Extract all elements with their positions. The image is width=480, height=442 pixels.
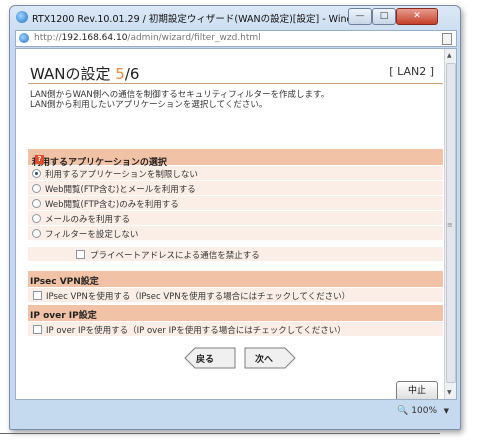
- ipsec-section-title: IPsec VPN設定: [30, 277, 99, 287]
- help-icon[interactable]: ?: [35, 155, 44, 164]
- scroll-down-icon[interactable]: ▼: [447, 389, 452, 396]
- vertical-scrollbar[interactable]: ▲ ≡ ▼: [444, 49, 456, 399]
- step-total: /6: [124, 65, 140, 83]
- ipover-section-title: IP over IP設定: [30, 311, 97, 321]
- app-option-2[interactable]: Web閲覧(FTP含む)とメールを利用する: [28, 181, 443, 196]
- back-button[interactable]: 戻る: [184, 347, 236, 369]
- ipover-row[interactable]: IP over IPを使用する（IP over IPを使用する場合にはチェックし…: [28, 322, 443, 336]
- compatibility-icon[interactable]: [442, 33, 452, 45]
- app-option-4[interactable]: メールのみを利用する: [28, 211, 443, 226]
- browser-logo-icon: [16, 11, 28, 23]
- close-button[interactable]: ✕: [396, 8, 438, 25]
- ipsec-row[interactable]: IPsec VPNを使用する（IPsec VPNを使用する場合にはチェックしてく…: [28, 288, 443, 302]
- step-current: 5: [115, 65, 125, 83]
- title-divider: [28, 83, 443, 84]
- radio-web-and-mail[interactable]: [32, 184, 41, 193]
- page-description: LAN側からWAN側への通信を制御するセキュリティフィルターを作成します。 LA…: [30, 90, 330, 110]
- ipover-section-header: IP over IP設定: [28, 305, 443, 321]
- next-button[interactable]: 次へ: [244, 347, 296, 369]
- scroll-up-icon[interactable]: ▲: [447, 52, 452, 59]
- scroll-grip-icon: ≡: [447, 221, 453, 229]
- radio-web-only[interactable]: [32, 199, 41, 208]
- private-address-row[interactable]: プライベートアドレスによる通信を禁止する: [28, 247, 443, 261]
- radio-mail-only[interactable]: [32, 214, 41, 223]
- cancel-button[interactable]: 中止: [396, 381, 438, 399]
- minimize-icon: —: [355, 11, 365, 21]
- title-bar[interactable]: RTX1200 Rev.10.01.29 / 初期設定ウィザード(WANの設定)…: [10, 6, 460, 28]
- maximize-button[interactable]: □: [372, 8, 396, 25]
- page-title: WANの設定 5/6: [30, 65, 140, 83]
- minimize-button[interactable]: —: [348, 8, 372, 25]
- window-title: RTX1200 Rev.10.01.29 / 初期設定ウィザード(WANの設定)…: [32, 14, 386, 25]
- page-content: WANの設定 5/6 [ LAN2 ] LAN側からWAN側への通信を制御するセ…: [15, 48, 457, 400]
- close-icon: ✕: [413, 11, 421, 21]
- page-icon: [19, 33, 29, 43]
- bottom-divider: [0, 433, 440, 434]
- maximize-icon: □: [379, 11, 389, 21]
- url-text: http://192.168.64.10/admin/wizard/filter…: [34, 33, 261, 43]
- ipsec-section-header: IPsec VPN設定: [28, 271, 443, 287]
- zoom-dropdown-icon[interactable]: ▼: [444, 407, 449, 415]
- address-bar[interactable]: http://192.168.64.10/admin/wizard/filter…: [15, 30, 457, 47]
- ipsec-checkbox[interactable]: [33, 291, 42, 300]
- browser-window: RTX1200 Rev.10.01.29 / 初期設定ウィザード(WANの設定)…: [9, 5, 461, 430]
- radio-unrestricted[interactable]: [32, 169, 41, 178]
- ipover-checkbox[interactable]: [33, 325, 42, 334]
- private-address-checkbox[interactable]: [76, 250, 85, 259]
- status-bar: 🔍 100% ▼: [15, 402, 455, 422]
- app-section-header: 利用するアプリケーションの選択?: [28, 149, 443, 168]
- app-option-5[interactable]: フィルターを設定しない: [28, 226, 443, 241]
- radio-no-filter[interactable]: [32, 229, 41, 238]
- app-option-3[interactable]: Web閲覧(FTP含む)のみを利用する: [28, 196, 443, 211]
- lan-tag: [ LAN2 ]: [389, 65, 434, 78]
- zoom-level[interactable]: 🔍 100%: [397, 406, 437, 416]
- app-option-1[interactable]: 利用するアプリケーションを制限しない: [28, 166, 443, 181]
